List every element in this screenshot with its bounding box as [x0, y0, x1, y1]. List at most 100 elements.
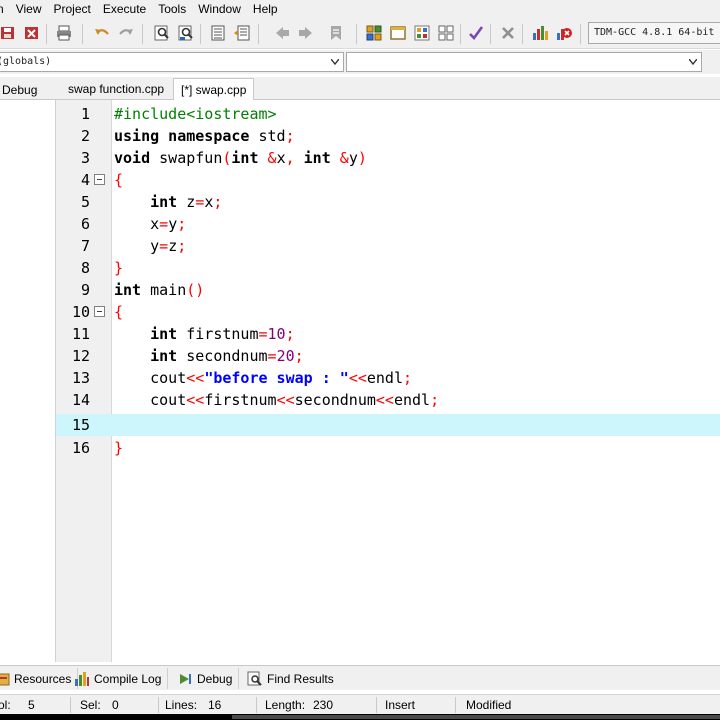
line-number: 3	[80, 149, 90, 167]
replace-icon[interactable]	[176, 23, 196, 43]
code-line[interactable]: 6 x=y;	[56, 213, 720, 235]
new-window-icon[interactable]	[388, 23, 408, 43]
left-panel	[0, 100, 56, 662]
undo-icon[interactable]	[92, 23, 112, 43]
find-results-icon	[247, 671, 262, 686]
profile-chart-icon[interactable]	[530, 23, 550, 43]
line-number: 10	[71, 303, 90, 321]
code-text: }	[114, 439, 124, 457]
redo-icon[interactable]	[116, 23, 136, 43]
menu-file[interactable]: n	[0, 0, 10, 19]
code-line[interactable]: 16 }	[56, 437, 720, 459]
close-file-icon[interactable]	[22, 23, 42, 43]
tab-debug-label: Debug	[197, 671, 233, 686]
tab-row: Debug swap function.cpp [*] swap.cpp	[0, 77, 720, 100]
code-line[interactable]: 13 cout<<"before swap : "<<endl;	[56, 367, 720, 389]
debug-icon	[180, 673, 191, 684]
status-lines-value: 16	[208, 698, 222, 712]
status-modified: Modified	[466, 698, 512, 712]
status-sel-value: 0	[112, 698, 119, 712]
tab-compile-log[interactable]: Compile Log	[74, 668, 169, 689]
status-divider	[70, 697, 71, 713]
code-text: {	[114, 303, 124, 321]
code-line[interactable]: 7 y=z;	[56, 235, 720, 257]
forward-arrow-icon[interactable]	[296, 23, 316, 43]
toolbar-separator	[356, 24, 357, 44]
code-line[interactable]: 10 {	[56, 301, 720, 323]
fold-toggle[interactable]	[94, 174, 105, 185]
tab-debug-panel[interactable]: Debug	[2, 80, 37, 100]
find-icon[interactable]	[152, 23, 172, 43]
status-length-value: 230	[313, 698, 334, 712]
code-text: cout<<"before swap : "<<endl;	[150, 369, 413, 387]
status-divider	[158, 697, 159, 713]
menu-view[interactable]: View	[10, 0, 48, 19]
tab-swap-function-cpp[interactable]: swap function.cpp	[61, 78, 171, 100]
code-line[interactable]: 8 }	[56, 257, 720, 279]
class-browser-icon[interactable]	[412, 23, 432, 43]
code-editor[interactable]: 1 #include<iostream> 2 using namespace s…	[56, 100, 720, 662]
line-number: 15	[71, 416, 90, 434]
stop-icon[interactable]	[498, 23, 518, 43]
code-line-current[interactable]: 15	[56, 414, 720, 436]
code-line[interactable]: 12 int secondnum=20;	[56, 345, 720, 367]
tab-debug[interactable]: Debug	[177, 668, 240, 689]
function-combo[interactable]	[346, 52, 702, 72]
status-divider	[376, 697, 377, 713]
status-length-label: Length:	[265, 698, 306, 712]
code-line[interactable]: 5 int z=x;	[56, 191, 720, 213]
code-text: cout<<firstnum<<secondnum<<endl;	[150, 391, 440, 409]
toolbar-separator	[490, 24, 491, 44]
taskbar-strip	[232, 715, 720, 719]
menu-bar: n View Project Execute Tools Window Help	[0, 0, 720, 19]
status-divider	[256, 697, 257, 713]
menu-tools[interactable]: Tools	[152, 0, 192, 19]
menu-help[interactable]: Help	[247, 0, 284, 19]
code-text: void swapfun(int &x, int &y)	[114, 149, 367, 167]
code-line[interactable]: 3 void swapfun(int &x, int &y)	[56, 147, 720, 169]
code-text: #include<iostream>	[114, 105, 277, 123]
code-text: y=z;	[150, 237, 187, 255]
back-arrow-icon[interactable]	[272, 23, 292, 43]
chevron-down-icon	[331, 59, 339, 65]
line-number: 8	[80, 259, 90, 277]
line-number: 16	[71, 439, 90, 457]
code-line[interactable]: 4 {	[56, 169, 720, 191]
line-number: 13	[71, 369, 90, 387]
fold-toggle[interactable]	[94, 306, 105, 317]
line-number: 2	[80, 127, 90, 145]
tab-compile-log-label: Compile Log	[94, 671, 162, 686]
code-line[interactable]: 11 int firstnum=10;	[56, 323, 720, 345]
menu-project[interactable]: Project	[47, 0, 96, 19]
tab-find-results-label: Find Results	[267, 671, 334, 686]
indent-icon[interactable]	[208, 23, 228, 43]
bookmark-icon[interactable]	[326, 23, 346, 43]
toolbar-separator	[46, 24, 47, 44]
chevron-down-icon	[689, 59, 697, 65]
layout-grid-icon[interactable]	[436, 23, 456, 43]
check-syntax-icon[interactable]	[466, 23, 486, 43]
tab-find-results[interactable]: Find Results	[247, 668, 340, 689]
code-line[interactable]: 1 #include<iostream>	[56, 103, 720, 125]
code-text: int secondnum=20;	[150, 347, 304, 365]
save-all-icon[interactable]	[0, 23, 18, 43]
print-icon[interactable]	[54, 23, 74, 43]
line-number: 1	[80, 105, 90, 123]
tab-swap-cpp[interactable]: [*] swap.cpp	[173, 78, 255, 100]
tab-resources[interactable]: Resources	[0, 668, 79, 689]
resources-icon	[0, 673, 10, 685]
code-text: using namespace std;	[114, 127, 295, 145]
scope-combo[interactable]: (globals)	[0, 52, 344, 72]
line-number: 14	[71, 391, 90, 409]
delete-profile-icon[interactable]	[554, 23, 574, 43]
code-line[interactable]: 9 int main()	[56, 279, 720, 301]
toolbar-separator	[460, 24, 461, 44]
compiler-select[interactable]: TDM-GCC 4.8.1 64-bit Release	[588, 22, 720, 44]
code-text: }	[114, 259, 124, 277]
menu-window[interactable]: Window	[192, 0, 247, 19]
menu-execute[interactable]: Execute	[97, 0, 152, 19]
unindent-icon[interactable]	[232, 23, 252, 43]
project-grid-icon[interactable]	[364, 23, 384, 43]
code-line[interactable]: 2 using namespace std;	[56, 125, 720, 147]
code-line[interactable]: 14 cout<<firstnum<<secondnum<<endl;	[56, 389, 720, 411]
